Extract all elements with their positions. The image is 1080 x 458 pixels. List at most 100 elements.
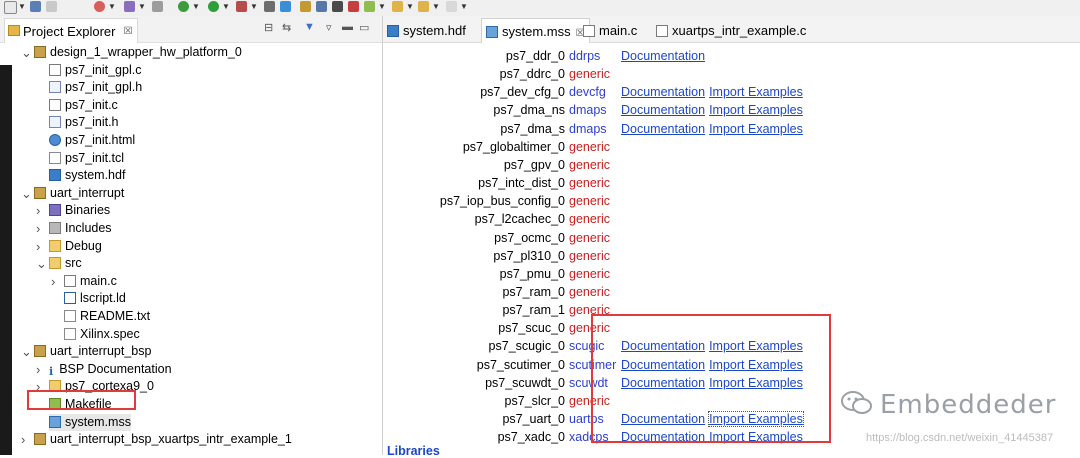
next-annotation-icon[interactable] xyxy=(364,1,375,12)
bug-icon[interactable] xyxy=(348,1,359,12)
filter-icon[interactable]: ▼ xyxy=(304,21,315,33)
peripheral-row: ps7_ddr_0 ddrps Documentation xyxy=(383,47,1080,65)
tree-item[interactable]: › uart_interrupt_bsp_xuartps_intr_example… xyxy=(21,431,292,448)
web-file-icon xyxy=(49,134,61,146)
external-tools-icon[interactable] xyxy=(236,1,247,12)
tab-system-mss[interactable]: system.mss ☒ xyxy=(481,18,590,43)
next-annotation-dropdown-icon[interactable]: ▼ xyxy=(378,2,386,12)
debug-icon[interactable] xyxy=(178,1,189,12)
tree-item[interactable]: ps7_init_gpl.h xyxy=(49,79,142,96)
tab-xuartps-intr-example-c[interactable]: xuartps_intr_example.c xyxy=(656,18,806,42)
chevron-right-icon[interactable]: › xyxy=(36,220,40,237)
save-all-icon[interactable] xyxy=(46,1,57,12)
c-file-icon xyxy=(49,98,61,111)
documentation-link[interactable]: Documentation xyxy=(621,122,705,136)
tree-item[interactable]: › Binaries xyxy=(36,202,110,219)
driver-name: generic xyxy=(569,266,610,281)
documentation-link[interactable]: Documentation xyxy=(621,103,705,117)
tree-item-label: system.mss xyxy=(65,414,131,429)
debug-dropdown-icon[interactable]: ▼ xyxy=(192,2,200,12)
view-menu-icon[interactable]: ▿ xyxy=(326,21,332,34)
peripheral-name: ps7_ocmc_0 xyxy=(494,230,565,245)
project-icon xyxy=(34,433,46,446)
debug-config-icon[interactable] xyxy=(94,1,105,12)
tab-main-c[interactable]: main.c xyxy=(583,18,637,42)
tree-item[interactable]: ps7_init.tcl xyxy=(49,150,124,167)
tree-item[interactable]: ⌄ uart_interrupt xyxy=(21,185,124,202)
tree-item[interactable]: README.txt xyxy=(64,308,150,325)
import-examples-link[interactable]: Import Examples xyxy=(709,85,803,99)
tree-item[interactable]: ps7_init.html xyxy=(49,132,135,149)
peripheral-name: ps7_intc_dist_0 xyxy=(478,176,565,191)
tree-item[interactable]: › i BSP Documentation xyxy=(36,361,172,378)
peripheral-row: ps7_dma_ns dmaps Documentation Import Examp… xyxy=(383,101,1080,119)
pin-icon[interactable] xyxy=(446,1,457,12)
watermark: Embeddeder xyxy=(840,390,1080,430)
close-icon[interactable]: ☒ xyxy=(124,19,133,44)
driver-name: ddrps xyxy=(569,49,601,63)
save-icon[interactable] xyxy=(30,1,41,12)
chevron-down-icon[interactable]: ⌄ xyxy=(21,44,32,61)
peripheral-name: ps7_ram_0 xyxy=(502,284,565,299)
collapse-all-icon[interactable]: ⊟ xyxy=(264,21,273,34)
chip-icon[interactable] xyxy=(332,1,343,12)
peripheral-row: ps7_pl310_0 generic xyxy=(383,247,1080,265)
tree-item[interactable]: ps7_init.c xyxy=(49,97,118,114)
tree-item[interactable]: system.mss xyxy=(49,413,131,431)
tree-item[interactable]: › Includes xyxy=(36,220,112,237)
program-fpga-icon[interactable] xyxy=(152,1,163,12)
blocks-icon[interactable] xyxy=(300,1,311,12)
maximize-icon[interactable]: ▭ xyxy=(359,21,369,34)
repository-icon[interactable] xyxy=(316,1,327,12)
driver-name: generic xyxy=(569,194,610,209)
forward-dropdown-icon[interactable]: ▼ xyxy=(432,2,440,12)
back-dropdown-icon[interactable]: ▼ xyxy=(406,2,414,12)
new-dropdown-icon[interactable]: ▼ xyxy=(18,2,26,12)
import-examples-link[interactable]: Import Examples xyxy=(709,122,803,136)
external-tools-dropdown-icon[interactable]: ▼ xyxy=(250,2,258,12)
debug-config-dropdown-icon[interactable]: ▼ xyxy=(108,2,116,12)
chevron-down-icon[interactable]: ⌄ xyxy=(21,343,32,360)
tree-item[interactable]: Xilinx.spec xyxy=(64,326,140,343)
pin-dropdown-icon[interactable]: ▼ xyxy=(460,2,468,12)
c-file-icon xyxy=(49,63,61,76)
chevron-right-icon[interactable]: › xyxy=(36,238,40,255)
tree-item[interactable]: ⌄ design_1_wrapper_hw_platform_0 xyxy=(21,44,242,61)
tree-item-label: main.c xyxy=(80,273,117,288)
minimize-icon[interactable]: ▬ xyxy=(342,21,353,33)
tree-item[interactable]: ⌄ uart_interrupt_bsp xyxy=(21,343,151,360)
tree-item[interactable]: › main.c xyxy=(51,273,117,290)
tree-item[interactable]: system.hdf xyxy=(49,167,125,184)
xsct-console-icon[interactable] xyxy=(280,1,291,12)
tab-system-hdf[interactable]: system.hdf xyxy=(387,18,466,42)
link-with-editor-icon[interactable]: ⇆ xyxy=(282,21,291,34)
tree-item[interactable]: › Debug xyxy=(36,238,102,255)
binaries-icon xyxy=(49,204,61,217)
hdf-file-icon xyxy=(49,169,61,182)
peripheral-name: ps7_scuwdt_0 xyxy=(485,375,565,390)
forward-icon[interactable] xyxy=(418,1,429,12)
tree-item[interactable]: lscript.ld xyxy=(64,290,126,307)
build-icon[interactable] xyxy=(124,1,135,12)
back-icon[interactable] xyxy=(392,1,403,12)
project-icon xyxy=(34,46,46,58)
peripheral-row: ps7_dev_cfg_0 devcfg Documentation Import E… xyxy=(383,83,1080,101)
build-dropdown-icon[interactable]: ▼ xyxy=(138,2,146,12)
chevron-down-icon[interactable]: ⌄ xyxy=(21,185,32,202)
chevron-right-icon[interactable]: › xyxy=(21,431,25,448)
terminal-icon[interactable] xyxy=(264,1,275,12)
run-icon[interactable] xyxy=(208,1,219,12)
documentation-link[interactable]: Documentation xyxy=(621,49,705,63)
chevron-right-icon[interactable]: › xyxy=(36,202,40,219)
tree-item[interactable]: ps7_init.h xyxy=(49,114,119,131)
chevron-right-icon[interactable]: › xyxy=(51,273,55,290)
import-examples-link[interactable]: Import Examples xyxy=(709,103,803,117)
documentation-link[interactable]: Documentation xyxy=(621,85,705,99)
tree-item[interactable]: ps7_init_gpl.c xyxy=(49,62,141,79)
new-icon[interactable] xyxy=(4,1,17,14)
chevron-down-icon[interactable]: ⌄ xyxy=(36,255,47,272)
chevron-right-icon[interactable]: › xyxy=(36,361,40,378)
run-dropdown-icon[interactable]: ▼ xyxy=(222,2,230,12)
tree-item[interactable]: ⌄ src xyxy=(36,255,82,272)
tab-project-explorer[interactable]: Project Explorer ☒ xyxy=(4,18,139,44)
